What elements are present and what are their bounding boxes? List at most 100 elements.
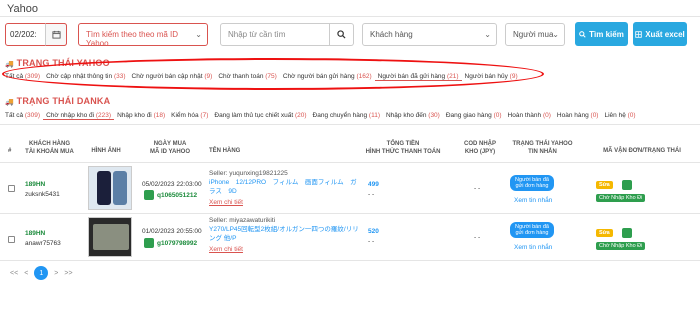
phone-graphic (113, 171, 127, 205)
yahoo-id[interactable]: g1079798992 (157, 240, 197, 247)
product-image[interactable] (88, 217, 132, 257)
search-icon (579, 30, 586, 38)
total-amount: 520 (368, 228, 379, 235)
order-date: 05/02/2023 22:03:00 (142, 181, 202, 188)
view-detail-link[interactable]: Xem chi tiết (209, 199, 243, 206)
danka-tab-contact[interactable]: Liên hệ (0) (601, 112, 638, 120)
customer-code[interactable]: 189HN (25, 230, 45, 237)
tab-label: Đang làm thủ tục chiết xuất (214, 112, 294, 119)
view-message-link[interactable]: Xem tin nhắn (514, 197, 552, 204)
seller-name: Seller: yuqunxing19821225 (209, 170, 288, 177)
col-header-num: # (8, 148, 12, 154)
danka-tab-shipping[interactable]: Đang chuyển hàng (11) (310, 112, 383, 120)
tab-label: Nhập kho đi (117, 112, 152, 119)
tab-count: (309) (24, 112, 41, 119)
document-icon[interactable] (622, 180, 632, 190)
first-page-button[interactable]: << (10, 270, 18, 277)
export-excel-button[interactable]: Xuất excel (633, 22, 687, 46)
edit-badge[interactable]: Sửa (596, 181, 613, 189)
tab-label: Kiểm hóa (171, 112, 199, 119)
payment-method: - - (368, 238, 375, 245)
customer-select[interactable]: Khách hàng ⌄ (362, 23, 497, 46)
tab-label: Tất cả (5, 112, 24, 119)
col-header-line: NGÀY MUA (153, 141, 187, 147)
danka-tab-delivering[interactable]: Đang giao hàng (0) (443, 112, 505, 120)
document-icon[interactable] (622, 228, 632, 238)
tab-label: Hoàn hàng (556, 112, 589, 119)
product-name[interactable]: Y270/LP45回転型2枚組/オルガン一四つの羅紋/リリング 他/P (209, 225, 359, 243)
page-button-current[interactable]: 1 (34, 266, 49, 280)
yahoo-id[interactable]: q1065051212 (157, 192, 197, 199)
col-header-image: HÌNH ẢNH (91, 148, 121, 154)
prev-page-button[interactable]: < (24, 270, 28, 277)
phone-graphic (97, 171, 111, 205)
buyer-select[interactable]: Người mua ⌄ (505, 23, 565, 46)
last-page-button[interactable]: >> (64, 270, 72, 277)
danka-status-tabs: Tất cả (309) Chờ nhập kho đi (223) Nhập … (5, 112, 639, 120)
tab-count: (0) (627, 112, 636, 119)
seller-name: Seller: miyazawaturikiti (209, 217, 276, 224)
danka-tab-inspection[interactable]: Kiểm hóa (7) (168, 112, 211, 120)
product-name[interactable]: iPhone 12/12PRO フィルム 画面フィルム ガラス 9D (209, 178, 357, 196)
col-header-order: NGÀY MUA MÃ ID YAHOO (140, 140, 200, 156)
export-button-label: Xuất excel (645, 29, 685, 39)
copy-icon[interactable] (144, 238, 154, 248)
danka-status-title-text: TRẠNG THÁI DANKA (16, 96, 111, 106)
col-header-line: TRẠNG THÁI YAHOO (512, 141, 573, 147)
col-header-customer: KHÁCH HÀNG TÀI KHOẢN MUA (22, 140, 77, 156)
truck-icon: 🚚 (5, 99, 14, 106)
danka-tab-done[interactable]: Hoàn thành (0) (505, 112, 554, 120)
total-amount: 499 (368, 181, 379, 188)
next-page-button[interactable]: > (54, 270, 58, 277)
danka-tab-arrived[interactable]: Nhập kho đến (30) (383, 112, 443, 120)
danka-tab-returned[interactable]: Hoàn hàng (0) (554, 112, 602, 120)
col-header-total: TỔNG TIỀN HÌNH THỨC THANH TOÁN (358, 140, 448, 156)
view-message-link[interactable]: Xem tin nhắn (514, 244, 552, 251)
table-row: 189HN anawr75763 01/02/2023 20:55:00 g10… (0, 214, 700, 260)
search-button[interactable]: Tìm kiếm (575, 22, 628, 46)
view-detail-link[interactable]: Xem chi tiết (209, 246, 243, 253)
table-row: 189HN zuksnk5431 05/02/2023 22:03:00 q10… (0, 163, 700, 213)
tab-count: (0) (542, 112, 551, 119)
product-image[interactable] (88, 166, 132, 210)
customer-code[interactable]: 189HN (25, 181, 45, 188)
yahoo-id-select[interactable]: Tìm kiếm theo theo mã ID Yahoo ⌄ (78, 23, 208, 48)
buyer-select-label: Người mua (513, 30, 554, 39)
search-button-label: Tìm kiếm (589, 29, 624, 39)
edit-badge[interactable]: Sửa (596, 229, 613, 237)
row-checkbox[interactable] (8, 236, 15, 243)
cod-amount: - - (474, 185, 481, 192)
tab-label: Hoàn thành (507, 112, 542, 119)
tab-count: (223) (95, 112, 112, 119)
danka-tab-customs[interactable]: Đang làm thủ tục chiết xuất (20) (211, 112, 309, 120)
highlight-annotation (2, 58, 544, 90)
danka-tab-await-warehouse[interactable]: Chờ nhập kho đi (223) (43, 112, 115, 120)
cod-amount: - - (474, 234, 481, 241)
danka-tab-all[interactable]: Tất cả (309) (5, 112, 43, 120)
pagination: << < 1 > >> (10, 266, 73, 280)
col-header-product: TÊN HÀNG (209, 148, 241, 154)
tab-count: (0) (493, 112, 502, 119)
keyword-input[interactable]: Nhập từ cần tìm (220, 23, 330, 46)
danka-tab-warehouse[interactable]: Nhập kho đi (18) (114, 112, 168, 120)
tab-label: Chờ nhập kho đi (46, 112, 95, 119)
col-header-line: HÌNH THỨC THANH TOÁN (365, 149, 441, 155)
tab-count: (7) (200, 112, 209, 119)
col-header-shipping: MÃ VẬN ĐƠN/TRẠNG THÁI (603, 148, 681, 154)
chevron-down-icon: ⌄ (484, 30, 491, 39)
keyword-search-button[interactable] (330, 23, 354, 46)
row-checkbox[interactable] (8, 185, 15, 192)
tab-count: (30) (428, 112, 440, 119)
yahoo-status-badge: Người bán đã gửi đơn hàng (510, 222, 554, 238)
col-header-line: KHO (JPY) (464, 149, 496, 155)
col-header-line: TÀI KHOẢN MUA (25, 149, 74, 155)
calendar-button[interactable] (45, 23, 67, 46)
tab-label: Liên hệ (604, 112, 626, 119)
col-header-line: COD NHẬP (463, 141, 496, 147)
yahoo-id-select-label: Tìm kiếm theo theo mã ID Yahoo (86, 30, 179, 48)
copy-icon[interactable] (144, 190, 154, 200)
shipping-status-badge: Chờ Nhập Kho Đi (596, 242, 646, 250)
page: Yahoo 02/202: Tìm kiếm theo theo mã ID Y… (0, 0, 700, 331)
col-header-line: TỔNG TIỀN (386, 141, 420, 147)
order-date: 01/02/2023 20:55:00 (142, 228, 202, 235)
